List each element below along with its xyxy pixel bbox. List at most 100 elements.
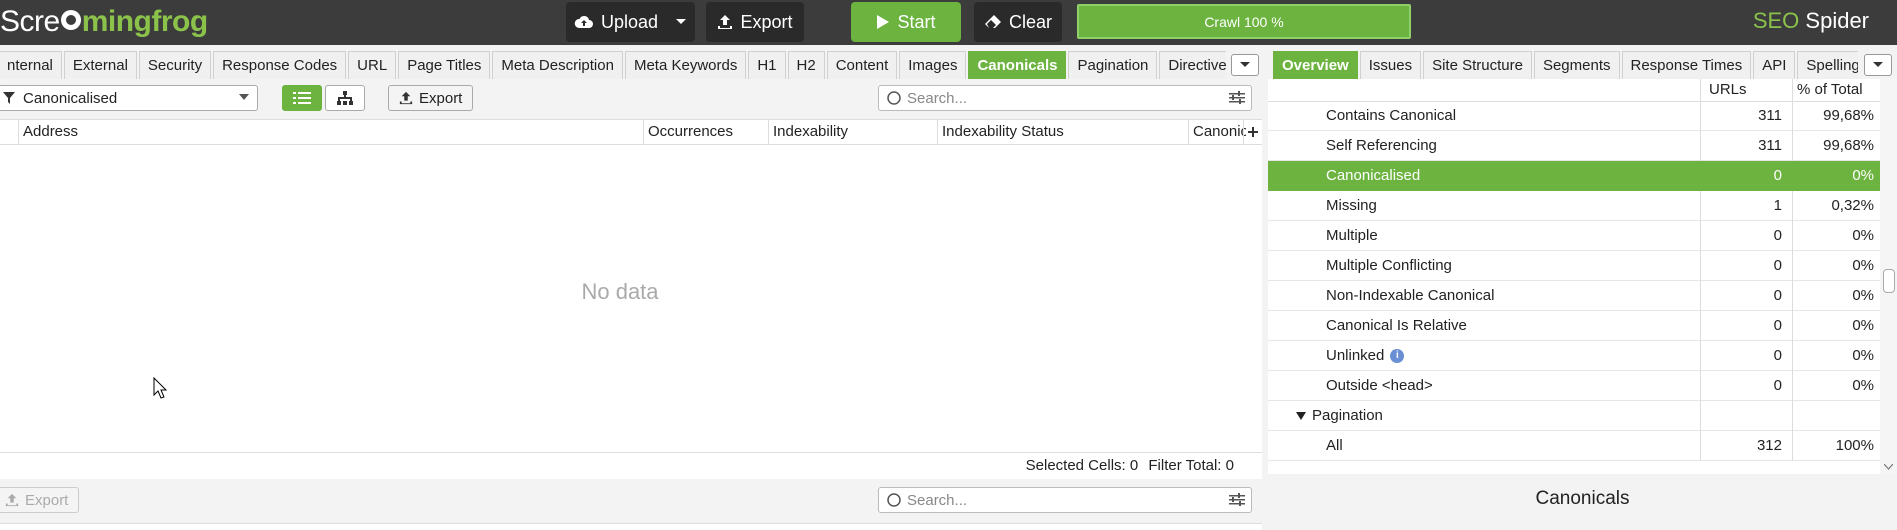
add-column-button[interactable] <box>1243 120 1262 144</box>
export-top-button[interactable]: Export <box>706 2 804 42</box>
search-options-icon[interactable] <box>1229 91 1245 105</box>
list-view-button[interactable] <box>282 85 322 111</box>
side-tab-label: Overview <box>1282 57 1349 74</box>
tab-url[interactable]: URL <box>348 51 397 79</box>
tab-label: Directives <box>1168 57 1226 74</box>
chevron-down-icon <box>1240 62 1250 67</box>
overview-row[interactable]: Canonical Is Relative 0 0% <box>1268 311 1880 341</box>
overview-pane: URLs % of Total Contains Canonical 311 99,… <box>1268 79 1880 474</box>
selected-cells-label: Selected Cells: <box>1025 457 1126 474</box>
search-input[interactable]: Search... <box>878 85 1252 111</box>
tab-content[interactable]: Content <box>826 51 898 79</box>
column-address[interactable]: Address <box>18 120 644 144</box>
side-tab-site-structure[interactable]: Site Structure <box>1423 51 1532 79</box>
overview-row-text: Multiple Conflicting <box>1326 257 1452 274</box>
overview-row-text: Missing <box>1326 197 1377 214</box>
side-tab-overflow-menu-button[interactable] <box>1864 54 1892 76</box>
brand-title: SEO Spider <box>1753 8 1869 34</box>
row-number-column[interactable] <box>0 120 18 144</box>
overview-row-text: Outside <head> <box>1326 377 1433 394</box>
overview-row-label: Canonical Is Relative <box>1326 311 1467 341</box>
column-canonical[interactable]: Canonic <box>1188 120 1246 144</box>
overview-row[interactable]: Multiple Conflicting 0 0% <box>1268 251 1880 281</box>
status-text: Selected Cells: 0 Filter Total: 0 <box>1026 457 1234 474</box>
tab-meta-description[interactable]: Meta Description <box>492 51 623 79</box>
overview-row-pct: 99,68% <box>1792 131 1880 161</box>
tab-label: Images <box>908 57 958 74</box>
tab-directives[interactable]: Directives <box>1159 51 1226 79</box>
overview-row-label: Outside <head> <box>1326 371 1433 401</box>
tab-canonicals[interactable]: Canonicals <box>968 51 1067 79</box>
tree-view-button[interactable] <box>325 85 365 111</box>
tab-pagination[interactable]: Pagination <box>1068 51 1158 79</box>
tab-meta-keywords[interactable]: Meta Keywords <box>624 51 747 79</box>
overview-row-label: All <box>1326 431 1343 461</box>
overview-row[interactable]: Multiple 0 0% <box>1268 221 1880 251</box>
overview-row-label: Missing <box>1326 191 1377 221</box>
side-tab-segments[interactable]: Segments <box>1533 51 1620 79</box>
overview-row[interactable]: Outside <head> 0 0% <box>1268 371 1880 401</box>
side-tab-response-times[interactable]: Response Times <box>1621 51 1752 79</box>
tab-label: H1 <box>757 57 777 74</box>
expand-triangle-icon[interactable] <box>1296 412 1306 420</box>
overview-row[interactable]: Missing 1 0,32% <box>1268 191 1880 221</box>
tab-images[interactable]: Images <box>899 51 967 79</box>
overview-row-text: Canonical Is Relative <box>1326 317 1467 334</box>
tab-nternal[interactable]: nternal <box>0 51 62 79</box>
side-tab-overview[interactable]: Overview <box>1273 51 1358 79</box>
tab-page-titles[interactable]: Page Titles <box>398 51 491 79</box>
detail-search-input[interactable]: Search... <box>878 487 1252 513</box>
side-tab-api[interactable]: API <box>1753 51 1796 79</box>
overview-row[interactable]: Unlinked i 0 0% <box>1268 341 1880 371</box>
detail-export-button[interactable]: Export <box>0 487 80 513</box>
tab-h1[interactable]: H1 <box>748 51 786 79</box>
overview-row-label: Contains Canonical <box>1326 101 1456 131</box>
overview-row[interactable]: Self Referencing 311 99,68% <box>1268 131 1880 161</box>
column-indexability[interactable]: Indexability <box>768 120 938 144</box>
overview-row-text: Contains Canonical <box>1326 107 1457 124</box>
overview-row-text: Non-Indexable Canonical <box>1326 287 1495 304</box>
overview-group-row[interactable]: Pagination <box>1268 401 1880 431</box>
overview-list: Contains Canonical 311 99,68% Self Referenc… <box>1268 101 1880 461</box>
tab-security[interactable]: Security <box>138 51 212 79</box>
chevron-down-icon <box>1873 62 1883 67</box>
side-tab-spelling-g[interactable]: Spelling & G <box>1797 51 1858 79</box>
overview-row-pct: 100% <box>1792 431 1880 461</box>
overview-row-text: Canonicalised <box>1326 167 1421 184</box>
overview-row-text: Unlinked <box>1326 347 1385 364</box>
column-occurrences[interactable]: Occurrences <box>643 120 771 144</box>
upload-button[interactable]: Upload <box>566 2 695 42</box>
export-button[interactable]: Export <box>388 85 474 111</box>
info-icon[interactable]: i <box>1390 349 1405 363</box>
tab-response-codes[interactable]: Response Codes <box>213 51 347 79</box>
overview-row[interactable]: All 312 100% <box>1268 431 1880 461</box>
overview-row-urls: 0 <box>1700 311 1792 341</box>
chevron-down-icon[interactable] <box>1884 464 1893 470</box>
tab-overflow-menu-button[interactable] <box>1231 54 1259 76</box>
overview-row-text: Self Referencing <box>1326 137 1437 154</box>
export-label: Export <box>419 89 463 107</box>
overview-row[interactable]: Contains Canonical 311 99,68% <box>1268 101 1880 131</box>
search-options-icon[interactable] <box>1229 493 1245 507</box>
overview-row-pct: 0% <box>1792 371 1880 401</box>
tab-h2[interactable]: H2 <box>787 51 825 79</box>
detail-pane: Export Search... <box>0 485 1262 530</box>
start-button[interactable]: Start <box>851 2 961 42</box>
column-indexability-status[interactable]: Indexability Status <box>937 120 1190 144</box>
upload-label: Upload <box>600 11 659 32</box>
tab-external[interactable]: External <box>63 51 137 79</box>
side-tab-issues[interactable]: Issues <box>1359 51 1422 79</box>
selected-cells-value: 0 <box>1129 457 1139 474</box>
main-tab-bar: nternal External Security Response Codes URL… <box>0 51 1226 79</box>
overview-scrollbar[interactable] <box>1880 79 1897 474</box>
brand-spider: Spider <box>1805 8 1869 33</box>
scrollbar-thumb[interactable] <box>1883 269 1895 293</box>
overview-row-label: Unlinked i <box>1326 341 1405 371</box>
column-urls[interactable]: URLs <box>1700 79 1792 101</box>
column-pct-total[interactable]: % of Total <box>1792 79 1880 101</box>
overview-row[interactable]: Non-Indexable Canonical 0 0% <box>1268 281 1880 311</box>
overview-row[interactable]: Canonicalised 0 0% <box>1268 161 1880 191</box>
clear-button[interactable]: Clear <box>974 2 1062 42</box>
filter-dropdown[interactable]: Canonicalised <box>0 85 258 111</box>
overview-row-pct: 0% <box>1792 221 1880 251</box>
